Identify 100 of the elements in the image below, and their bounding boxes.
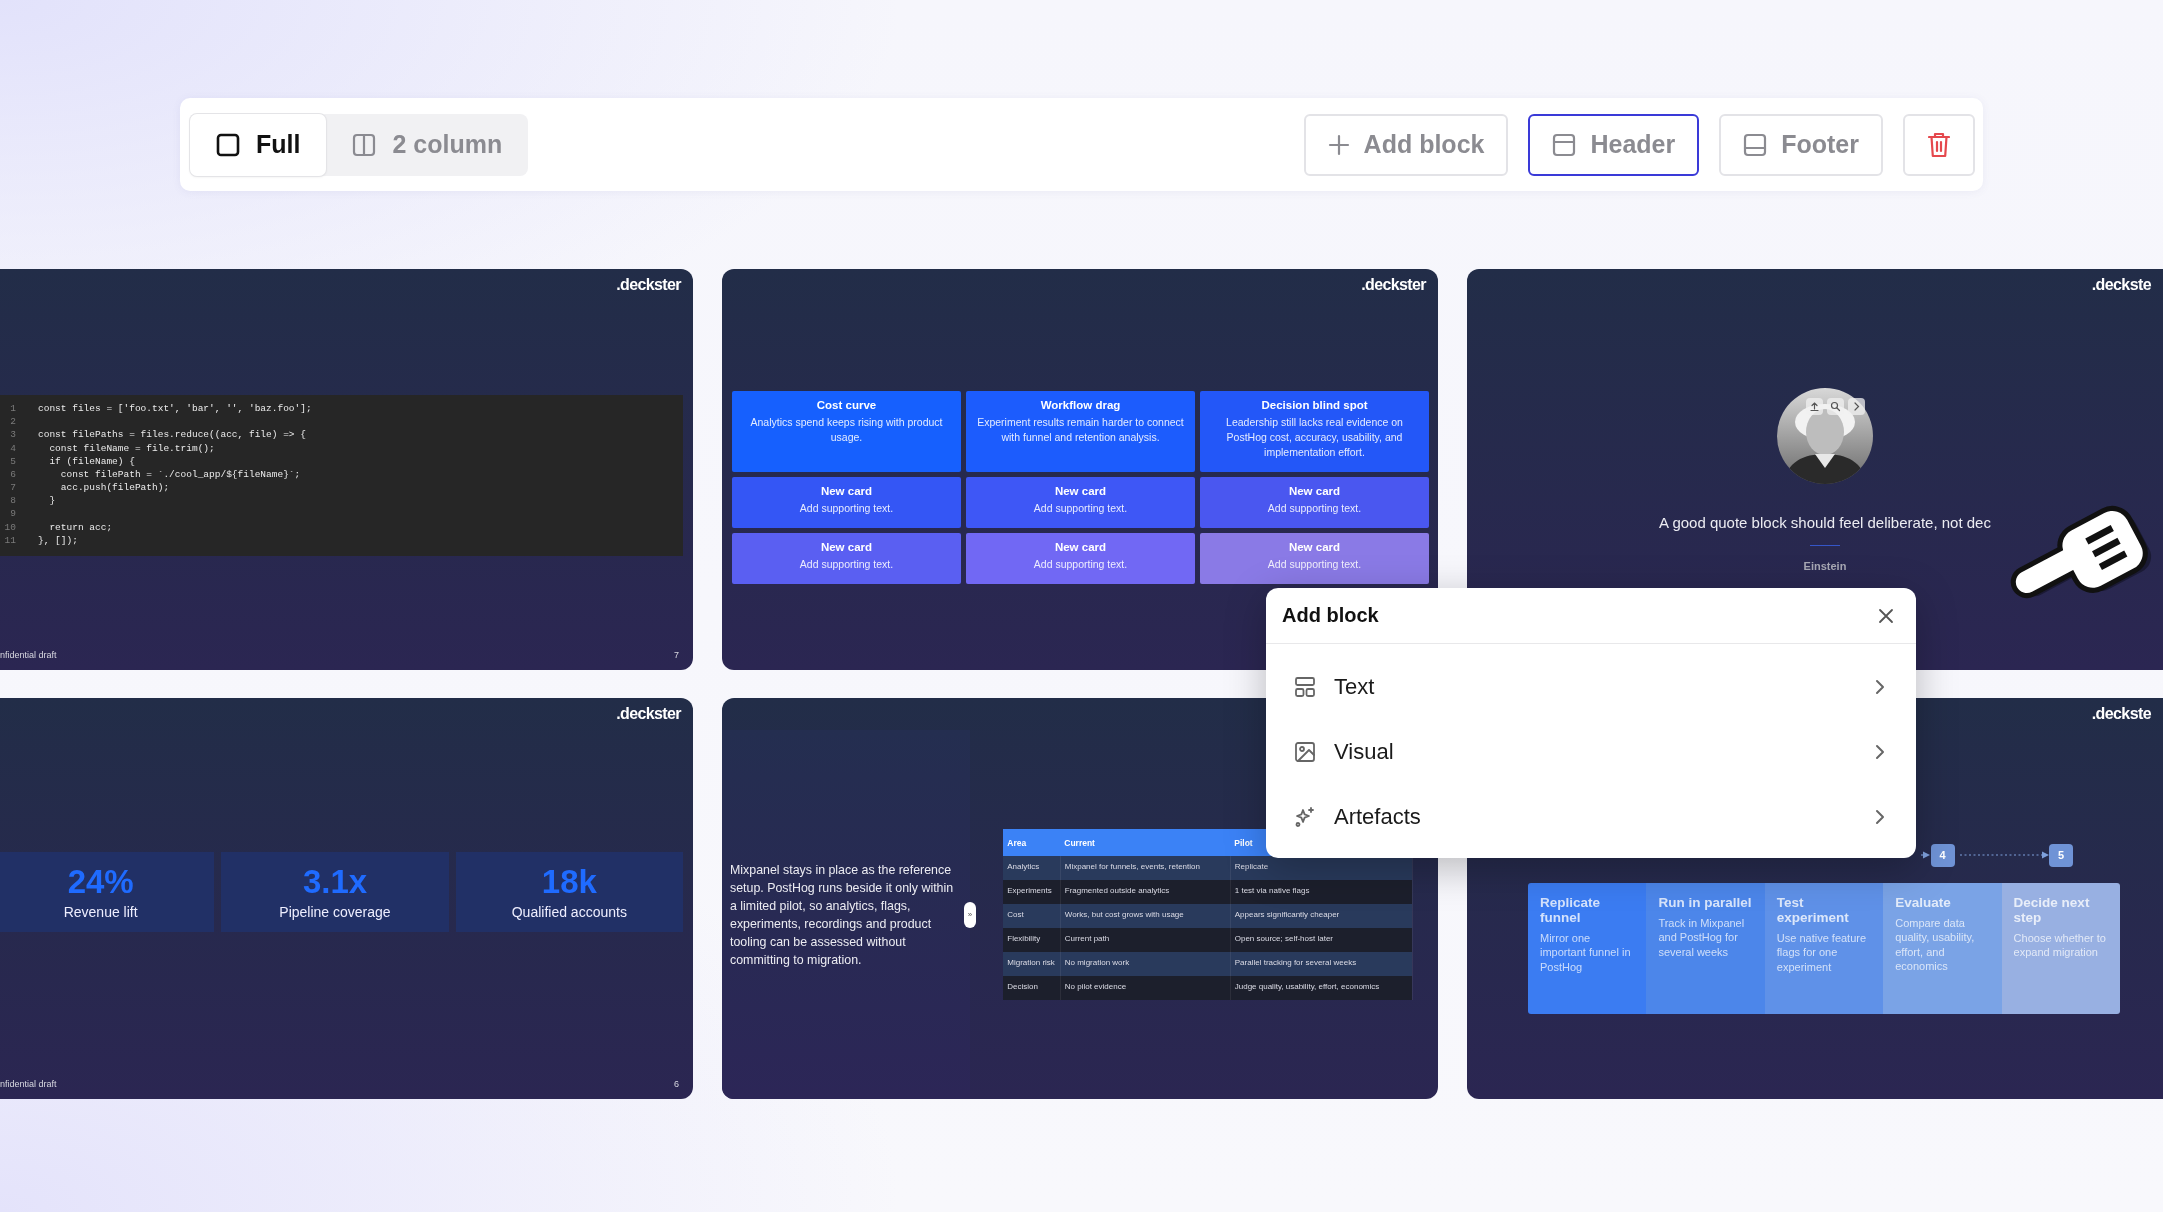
card-text: Analytics spend keeps rising with product usage.: [749, 415, 944, 445]
chevron-right-icon: [1874, 677, 1886, 696]
code-line: const filePath = `./cool_app/${fileName}`;: [59, 467, 301, 482]
card-title: New card: [1287, 484, 1342, 499]
stat-value: 18k: [541, 863, 597, 900]
code-line: if (fileName) {: [48, 454, 135, 468]
line-number: 11: [3, 533, 16, 548]
layout-icon: [1294, 675, 1316, 698]
step-number: 4: [1930, 843, 1955, 867]
code-line: acc.push(filePath);: [59, 481, 170, 495]
step-number: 5: [2049, 843, 2073, 867]
menu-item[interactable]: Visual: [1266, 719, 1916, 784]
table-cell: Analytics: [1003, 856, 1061, 880]
table-cell: Parallel tracking for several weeks: [1230, 952, 1413, 976]
table-cell: Migration risk: [1003, 952, 1061, 976]
line-number: 8: [9, 494, 16, 508]
logo: .deckster: [616, 275, 681, 295]
code-line: const fileName = file.trim();: [48, 441, 215, 455]
stat-label: Qualified accounts: [511, 903, 627, 920]
menu-item[interactable]: Text: [1266, 654, 1916, 719]
table-cell: Appears significantly cheaper: [1230, 904, 1413, 928]
trash-icon: [1928, 131, 1950, 158]
card-title: Decision blind spot: [1260, 398, 1369, 413]
page-number: 6: [674, 1079, 679, 1089]
card-title: Workflow drag: [1039, 398, 1122, 413]
code-line: }, []);: [38, 533, 78, 548]
card-title: New card: [819, 484, 874, 499]
logo: .deckste: [2091, 275, 2151, 295]
line-number: 10: [3, 520, 16, 534]
collapse-handle[interactable]: »: [964, 901, 976, 928]
quote-author: Einstein: [1803, 559, 1847, 572]
arrow: [1920, 851, 1930, 859]
stat-value: 24%: [67, 863, 134, 900]
logo: .deckste: [2091, 704, 2151, 724]
card-title: Cost curve: [815, 398, 878, 413]
step-title: Replicate funnel: [1540, 894, 1602, 925]
chevron-right-icon[interactable]: [1848, 397, 1865, 415]
card-title: New card: [1287, 540, 1342, 555]
line-number: 1: [9, 401, 16, 416]
line-number: 7: [9, 481, 16, 495]
quote-text: A good quote block should feel deliberate, not dec: [1659, 513, 1991, 531]
chevron-right-icon: [1874, 742, 1886, 761]
logo: .deckster: [1361, 275, 1426, 295]
line-number: 5: [9, 454, 16, 468]
table-cell: Replicate: [1230, 856, 1413, 880]
step-text: Use native feature flags for one experiment: [1776, 930, 1868, 974]
footer-layout-icon: [1743, 132, 1768, 157]
table-cell: No pilot evidence: [1060, 976, 1231, 1000]
card-text: Add supporting text.: [1032, 501, 1129, 516]
card-text: Add supporting text.: [1032, 557, 1129, 572]
sparkles-icon: [1294, 805, 1316, 828]
stat-label: Pipeline coverage: [279, 903, 391, 920]
square-icon: [216, 132, 240, 157]
card-title: New card: [819, 540, 874, 555]
table-cell: Flexibility: [1003, 928, 1061, 952]
step-title: Test experiment: [1776, 894, 1850, 925]
line-number: 2: [9, 415, 16, 429]
line-number: 9: [9, 507, 16, 521]
delete-button[interactable]: [1903, 113, 1975, 176]
table-cell: Experiments: [1003, 880, 1061, 904]
table-cell: Mixpanel for funnels, events, retention: [1060, 856, 1231, 880]
table-cell: Works, but cost grows with usage: [1060, 904, 1231, 928]
code-line: return acc;: [48, 520, 113, 534]
image-icon: [1294, 740, 1316, 763]
step-text: Track in Mixpanel and PostHog for several weeks: [1658, 915, 1746, 959]
logo: .deckster: [616, 704, 681, 724]
footer-text: nfidential draft: [0, 1079, 57, 1089]
code-line: const files = ['foo.txt', 'bar', '', 'baz.foo'];: [38, 401, 312, 416]
line-number: 4: [9, 441, 16, 455]
table-cell: Judge quality, usability, effort, economics: [1230, 976, 1413, 1000]
step-title: Decide next step: [2013, 894, 2091, 925]
card-text: Add supporting text.: [798, 501, 895, 516]
line-number: 3: [9, 428, 16, 442]
table-cell: Cost: [1003, 904, 1061, 928]
stat-value: 3.1x: [302, 863, 368, 900]
table-cell: 1 test via native flags: [1230, 880, 1413, 904]
table-cell: Fragmented outside analytics: [1060, 880, 1231, 904]
card-title: New card: [1053, 484, 1108, 499]
step-text: Choose whether to expand migration: [2013, 930, 2107, 960]
step-text: Compare data quality, usability, effort, and economics: [1895, 915, 1976, 974]
columns-icon: [352, 132, 377, 157]
column-header: Current: [1060, 829, 1231, 856]
table-cell: No migration work: [1060, 952, 1231, 976]
table-cell: Decision: [1003, 976, 1061, 1000]
step-text: Mirror one important funnel in PostHog: [1540, 930, 1632, 974]
stat-label: Revenue lift: [63, 903, 138, 920]
close-icon: [1878, 607, 1894, 624]
card-text: Add supporting text.: [798, 557, 895, 572]
card-text: Add supporting text.: [1266, 501, 1363, 516]
card-text: Add supporting text.: [1266, 557, 1363, 572]
table-cell: Current path: [1060, 928, 1231, 952]
footer-text: nfidential draft: [0, 650, 57, 660]
layout-tab[interactable]: Full: [190, 113, 327, 176]
card-title: New card: [1053, 540, 1108, 555]
card-text: Leadership still lacks real evidence on PostHog cost, accuracy, usability, and implementation effort.: [1225, 415, 1404, 460]
chevron-right-icon: [1874, 807, 1886, 826]
paragraph: Mixpanel stays in place as the reference setup. PostHog runs beside it only within a limited pilot, so analytics, flags, experiments, recordings and product tooling can be assessed without committing to migration.: [729, 861, 955, 969]
code-line: }: [48, 494, 56, 508]
step-title: Evaluate: [1895, 894, 1952, 910]
step-title: Run in parallel: [1658, 894, 1753, 910]
